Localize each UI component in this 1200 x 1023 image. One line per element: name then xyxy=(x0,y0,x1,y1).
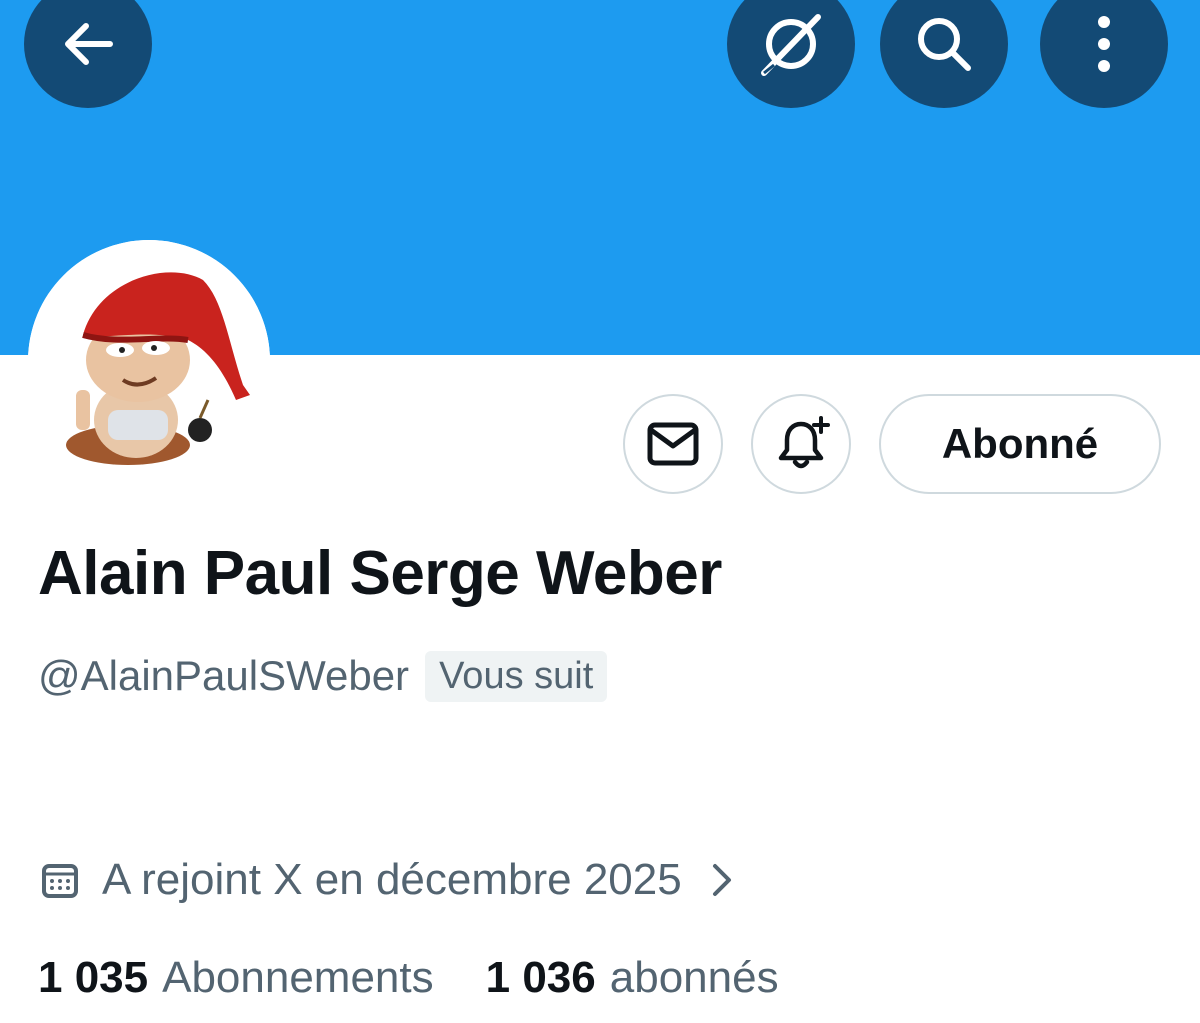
search-icon xyxy=(918,18,971,71)
joined-date: A rejoint X en décembre 2025 xyxy=(102,855,682,904)
followers-count: 1 036 xyxy=(485,953,596,1002)
back-arrow-icon xyxy=(65,23,113,65)
envelope-icon xyxy=(647,422,699,466)
bell-plus-icon xyxy=(778,416,830,469)
calendar-icon xyxy=(42,864,78,898)
follow-stats: 1 035 Abonnements 1 036 abonnés xyxy=(38,948,779,1008)
following-label: Abonnements xyxy=(162,953,434,1002)
follows-you-badge: Vous suit xyxy=(425,650,608,702)
chevron-right-icon xyxy=(712,864,731,896)
followers-label: abonnés xyxy=(609,953,779,1002)
followers-link[interactable]: 1 036 abonnés xyxy=(486,953,779,1003)
avatar-image xyxy=(28,240,270,482)
profile-handle: @AlainPaulSWeber xyxy=(38,652,410,699)
following-link[interactable]: 1 035 Abonnements xyxy=(38,953,434,1003)
more-vertical-icon xyxy=(1098,16,1110,72)
following-button[interactable]: Abonné xyxy=(879,394,1161,494)
avatar[interactable] xyxy=(28,240,270,482)
notifications-button[interactable] xyxy=(751,394,851,494)
profile-name: Alain Paul Serge Weber xyxy=(38,539,722,608)
joined-date-row[interactable]: A rejoint X en décembre 2025 xyxy=(40,850,734,910)
message-button[interactable] xyxy=(623,394,723,494)
following-button-label: Abonné xyxy=(941,420,1099,467)
following-count: 1 035 xyxy=(38,953,149,1002)
grok-icon xyxy=(761,14,821,76)
handle-row: @AlainPaulSWeber Vous suit xyxy=(38,648,608,704)
